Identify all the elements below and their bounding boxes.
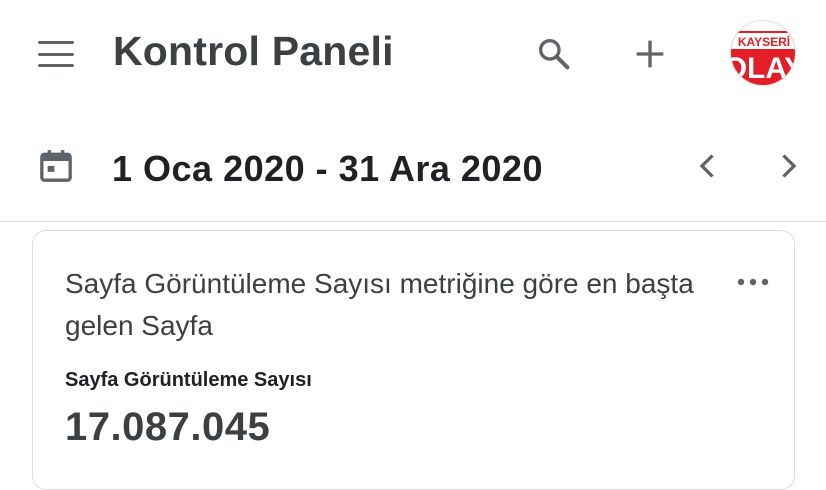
svg-text:OLAY: OLAY (731, 52, 796, 85)
top-page-card[interactable]: Sayfa Görüntüleme Sayısı metriğine göre … (32, 230, 795, 490)
card-title: Sayfa Görüntüleme Sayısı metriğine göre … (65, 268, 694, 341)
calendar-icon[interactable] (36, 146, 76, 186)
menu-button[interactable] (34, 36, 78, 72)
page-title: Kontrol Paneli (113, 28, 394, 74)
add-button[interactable] (628, 32, 672, 76)
search-button[interactable] (532, 32, 576, 76)
app-bar: Kontrol Paneli KAYSERİ OLAY (0, 0, 826, 108)
chevron-right-icon (782, 154, 797, 178)
metric-value: 17.087.045 (65, 405, 271, 449)
chevron-left-icon (699, 154, 714, 178)
date-range-label[interactable]: 1 Oca 2020 - 31 Ara 2020 (112, 148, 543, 190)
more-horizontal-icon (737, 278, 769, 286)
menu-icon-line (38, 41, 74, 44)
add-icon (636, 40, 664, 68)
search-icon (539, 39, 570, 70)
menu-icon-line (38, 52, 74, 56)
previous-period-button[interactable] (688, 146, 728, 186)
avatar[interactable]: KAYSERİ OLAY (730, 20, 796, 86)
date-range-bar: 1 Oca 2020 - 31 Ara 2020 (0, 108, 826, 222)
menu-icon-line (38, 64, 74, 67)
metric-label: Sayfa Görüntüleme Sayısı (65, 369, 312, 391)
svg-text:KAYSERİ: KAYSERİ (738, 34, 790, 49)
kayseri-olay-logo: KAYSERİ OLAY (731, 21, 796, 85)
more-options-button[interactable] (733, 267, 773, 297)
next-period-button[interactable] (768, 146, 808, 186)
